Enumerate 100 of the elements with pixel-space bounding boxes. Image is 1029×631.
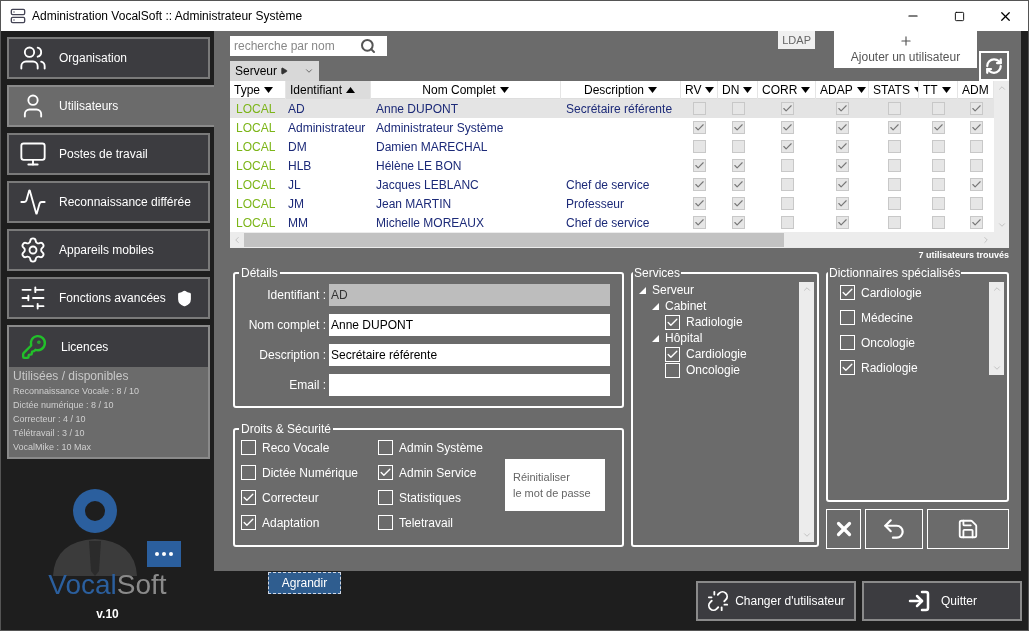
cancel-button[interactable] — [826, 509, 861, 549]
tree-item[interactable]: Serveur — [652, 284, 695, 296]
table-row[interactable]: LOCAL AD Anne DUPONT Secrétaire référente — [230, 99, 994, 118]
checkbox[interactable] — [693, 178, 706, 191]
checkbox[interactable] — [836, 159, 849, 172]
save-button[interactable] — [927, 509, 1009, 549]
checkbox[interactable] — [780, 140, 794, 153]
checkbox[interactable] — [693, 197, 706, 210]
checkbox[interactable] — [693, 159, 706, 172]
scrollbar[interactable] — [994, 81, 1009, 232]
checkbox[interactable] — [932, 140, 945, 153]
sidebar-item[interactable]: Organisation — [7, 37, 210, 79]
licences-title[interactable]: Licences — [61, 338, 109, 356]
checkbox[interactable] — [932, 102, 945, 115]
checkbox[interactable] — [731, 159, 745, 172]
checkbox[interactable] — [836, 178, 849, 191]
scroll-right-icon — [981, 235, 991, 245]
checkbox[interactable] — [887, 178, 901, 191]
checkbox[interactable] — [731, 197, 745, 210]
checkbox[interactable] — [731, 121, 745, 134]
sidebar-item[interactable]: Utilisateurs — [7, 85, 214, 127]
table-cell-text: Jean MARTIN — [375, 195, 453, 213]
checkbox[interactable] — [932, 121, 945, 134]
checkbox[interactable] — [932, 178, 945, 191]
tree-item[interactable]: Cardiologie — [686, 348, 747, 360]
scrollbar[interactable] — [799, 282, 814, 542]
checkbox[interactable] — [887, 102, 901, 115]
checkbox[interactable] — [780, 121, 794, 134]
change-user-button[interactable]: Changer d'utilisateur — [696, 581, 856, 621]
sidebar-item[interactable]: Postes de travail — [7, 133, 210, 175]
reset-password-button[interactable]: Réinitialiser le mot de passe — [505, 459, 605, 511]
checkbox-label[interactable]: Dictée Numérique — [262, 463, 359, 482]
text-field[interactable] — [329, 374, 610, 396]
checkbox[interactable] — [693, 121, 706, 134]
refresh-button[interactable] — [979, 51, 1009, 81]
checkbox[interactable] — [969, 121, 983, 134]
checkbox-label[interactable]: Reco Vocale — [262, 438, 330, 457]
checkbox-label[interactable]: Statistiques — [399, 488, 462, 507]
filter-dropdown[interactable]: Serveur — [230, 61, 319, 81]
checkbox[interactable] — [693, 102, 706, 115]
checkbox[interactable] — [731, 178, 745, 191]
tree-item[interactable]: Cabinet — [665, 300, 707, 312]
checkbox-label[interactable]: Médecine — [861, 308, 914, 327]
checkbox[interactable] — [731, 216, 745, 229]
checkbox-label[interactable]: Cardiologie — [861, 283, 922, 302]
checkbox[interactable] — [969, 159, 983, 172]
checkbox-label[interactable]: Radiologie — [861, 358, 918, 377]
checkbox[interactable] — [932, 197, 945, 210]
checkbox[interactable] — [780, 216, 794, 229]
sidebar-item[interactable]: Appareils mobiles — [7, 229, 210, 271]
checkbox[interactable] — [969, 216, 983, 229]
checkbox[interactable] — [887, 159, 901, 172]
checkbox[interactable] — [969, 178, 983, 191]
checkbox[interactable] — [932, 216, 945, 229]
checkbox[interactable] — [887, 197, 901, 210]
text-field[interactable]: Anne DUPONT — [329, 314, 610, 336]
checkbox[interactable] — [969, 140, 983, 153]
checkbox[interactable] — [693, 216, 706, 229]
expand-button[interactable]: Agrandir — [268, 572, 341, 594]
checkbox[interactable] — [836, 140, 849, 153]
checkbox-label[interactable]: Adaptation — [262, 513, 320, 532]
tree-item[interactable]: Oncologie — [686, 364, 741, 376]
checkbox[interactable] — [780, 159, 794, 172]
text-field[interactable]: Secrétaire référente — [329, 344, 610, 366]
checkbox-label[interactable]: Admin Système — [399, 438, 484, 457]
expanded-triangle-icon[interactable] — [652, 334, 659, 342]
checkbox-label[interactable]: Correcteur — [262, 488, 319, 507]
undo-button[interactable] — [865, 509, 923, 549]
sidebar-item[interactable]: Reconnaissance différée — [7, 181, 210, 223]
checkbox[interactable] — [836, 216, 849, 229]
column-header[interactable]: Identifiant — [286, 81, 371, 99]
sidebar-item[interactable]: Fonctions avancées — [7, 277, 210, 319]
add-user-button[interactable]: Ajouter un utilisateur — [834, 31, 977, 68]
tree-item[interactable]: Hôpital — [665, 332, 703, 344]
checkbox[interactable] — [693, 140, 706, 153]
checkbox[interactable] — [780, 178, 794, 191]
checkbox[interactable] — [731, 102, 745, 115]
checkbox[interactable] — [969, 102, 983, 115]
checkbox-label[interactable]: Teletravail — [399, 513, 454, 532]
field-label: Description : — [258, 347, 327, 364]
scroll-up-icon — [801, 284, 812, 294]
tree-item[interactable]: Radiologie — [686, 316, 743, 328]
checkbox-label[interactable]: Admin Service — [399, 463, 477, 482]
checkbox[interactable] — [836, 102, 849, 115]
checkbox[interactable] — [731, 140, 745, 153]
checkbox[interactable] — [780, 197, 794, 210]
quit-button[interactable]: Quitter — [862, 581, 1022, 621]
checkbox[interactable] — [780, 102, 794, 115]
search-field[interactable]: recherche par nom — [230, 36, 387, 56]
checkbox[interactable] — [932, 159, 945, 172]
checkbox-label[interactable]: Oncologie — [861, 333, 916, 352]
scrollbar[interactable] — [989, 282, 1004, 375]
checkbox[interactable] — [887, 216, 901, 229]
horizontal-scrollbar[interactable] — [230, 232, 1009, 248]
checkbox[interactable] — [969, 197, 983, 210]
ldap-tab[interactable]: LDAP — [778, 31, 815, 49]
checkbox[interactable] — [887, 121, 901, 134]
checkbox[interactable] — [836, 121, 849, 134]
checkbox[interactable] — [836, 197, 849, 210]
checkbox[interactable] — [887, 140, 901, 153]
